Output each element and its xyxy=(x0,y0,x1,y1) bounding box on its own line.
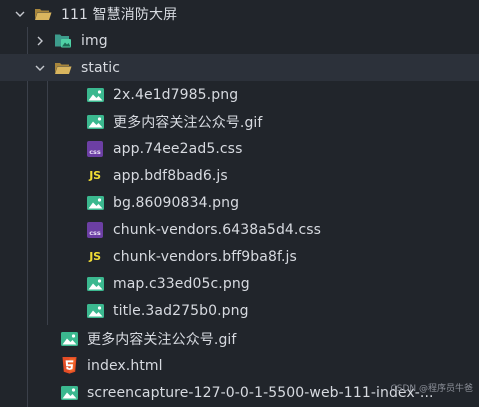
file-name: screencapture-127-0-0-1-5500-web-111-ind… xyxy=(87,384,434,401)
css-icon-text: css xyxy=(89,148,101,156)
chevron-down-icon[interactable] xyxy=(32,60,48,76)
file-name: 更多内容关注公众号.gif xyxy=(113,114,263,131)
file-row[interactable]: 更多内容关注公众号.gif xyxy=(0,325,479,352)
image-icon xyxy=(60,331,78,347)
image-icon xyxy=(60,385,78,401)
file-row[interactable]: 更多内容关注公众号.gif xyxy=(0,108,479,135)
image-folder-icon xyxy=(54,33,72,49)
image-icon xyxy=(86,195,104,211)
file-name: app.74ee2ad5.css xyxy=(113,140,243,157)
js-icon: JS xyxy=(86,168,104,184)
file-name: bg.86090834.png xyxy=(113,194,240,211)
file-row[interactable]: title.3ad275b0.png xyxy=(0,297,479,324)
file-row[interactable]: bg.86090834.png xyxy=(0,189,479,216)
image-icon xyxy=(86,114,104,130)
folder-open-icon xyxy=(34,6,52,22)
folder-label: img xyxy=(81,32,108,49)
folder-row-root[interactable]: 111 智慧消防大屏 xyxy=(0,0,479,27)
file-name: 更多内容关注公众号.gif xyxy=(87,331,237,348)
chevron-right-icon[interactable] xyxy=(32,33,48,49)
file-row[interactable]: css app.74ee2ad5.css xyxy=(0,135,479,162)
file-name: chunk-vendors.bff9ba8f.js xyxy=(113,248,297,265)
file-name: title.3ad275b0.png xyxy=(113,302,249,319)
file-name: app.bdf8bad6.js xyxy=(113,167,228,184)
file-row[interactable]: JS chunk-vendors.bff9ba8f.js xyxy=(0,243,479,270)
file-explorer-tree: 111 智慧消防大屏 img static 2x.4e1d7985.png 更多… xyxy=(0,0,479,407)
html5-icon xyxy=(60,357,78,374)
folder-row-static[interactable]: static xyxy=(0,54,479,81)
folder-row-img[interactable]: img xyxy=(0,27,479,54)
folder-label: 111 智慧消防大屏 xyxy=(61,6,178,23)
css-icon: css xyxy=(86,140,104,157)
file-row[interactable]: css chunk-vendors.6438a5d4.css xyxy=(0,216,479,243)
chevron-down-icon[interactable] xyxy=(12,6,28,22)
file-row[interactable]: index.html xyxy=(0,352,479,379)
file-row[interactable]: 2x.4e1d7985.png xyxy=(0,81,479,108)
file-row[interactable]: map.c33ed05c.png xyxy=(0,270,479,297)
image-icon xyxy=(86,276,104,292)
js-icon-text: JS xyxy=(89,169,101,182)
image-icon xyxy=(86,303,104,319)
file-name: map.c33ed05c.png xyxy=(113,275,250,292)
css-icon-text: css xyxy=(89,229,101,237)
file-row[interactable]: JS app.bdf8bad6.js xyxy=(0,162,479,189)
watermark-text: CSDN @程序员牛爸 xyxy=(390,384,473,394)
file-name: 2x.4e1d7985.png xyxy=(113,86,239,103)
js-icon-text: JS xyxy=(89,250,101,263)
file-name: chunk-vendors.6438a5d4.css xyxy=(113,221,322,238)
file-name: index.html xyxy=(87,357,163,374)
folder-open-icon xyxy=(54,60,72,76)
js-icon: JS xyxy=(86,249,104,265)
image-icon xyxy=(86,87,104,103)
folder-label: static xyxy=(81,59,121,76)
css-icon: css xyxy=(86,221,104,238)
